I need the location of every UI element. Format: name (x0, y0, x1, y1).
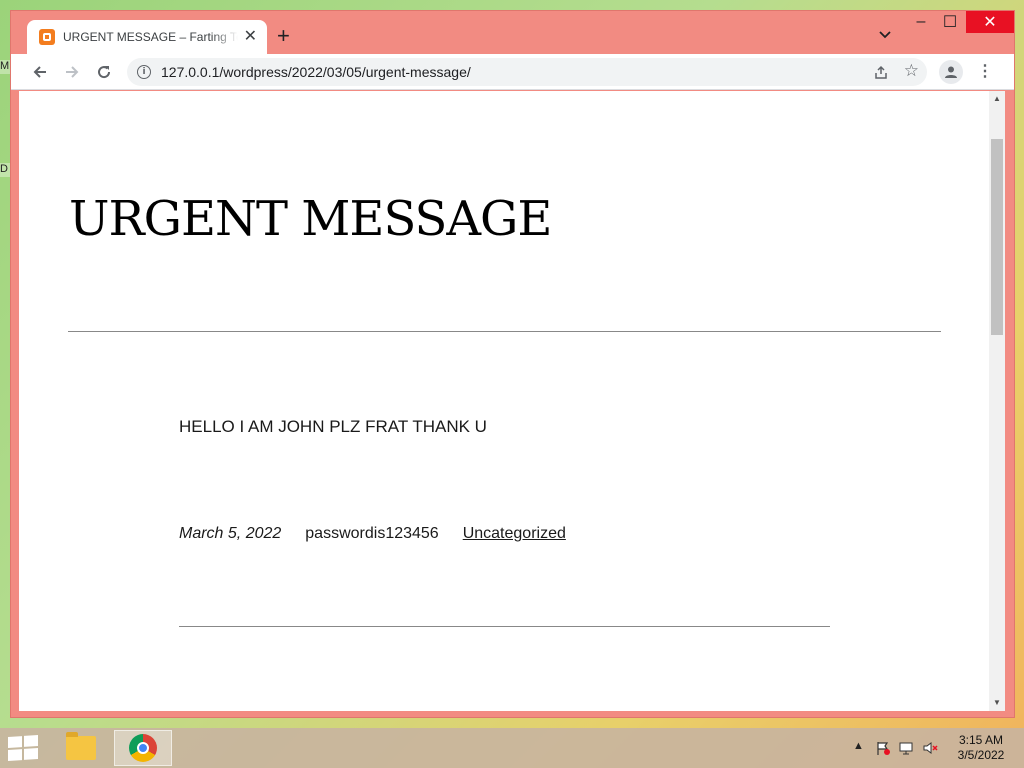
star-icon[interactable]: ☆ (904, 61, 919, 81)
address-bar[interactable]: i 127.0.0.1/wordpress/2022/03/05/urgent-… (127, 58, 927, 86)
chrome-taskbar-button[interactable] (114, 730, 172, 766)
tab-search-icon[interactable] (878, 27, 892, 41)
clock-date: 3/5/2022 (957, 748, 1005, 762)
post-date[interactable]: March 5, 2022 (179, 525, 281, 543)
network-icon[interactable] (898, 740, 914, 756)
back-arrow-icon (33, 66, 46, 78)
vertical-scrollbar[interactable]: ▲ ▼ (989, 91, 1005, 711)
taskbar: ▲ 3:15 AM 3/5/2022 (0, 728, 1024, 768)
new-tab-button[interactable]: + (277, 25, 290, 47)
flag-icon[interactable] (875, 740, 891, 756)
site-favicon-icon (39, 29, 55, 45)
header-divider (68, 331, 941, 332)
reload-icon (98, 66, 111, 79)
scrollbar-thumb[interactable] (991, 139, 1003, 335)
maximize-button[interactable]: ☐ (937, 11, 963, 33)
scroll-down-arrow-icon[interactable]: ▼ (989, 695, 1005, 711)
forward-arrow-icon (66, 66, 79, 78)
post-author[interactable]: passwordis123456 (305, 525, 438, 543)
minimize-button[interactable]: – (908, 11, 934, 33)
tab-strip: URGENT MESSAGE – Farting Tele ✕ + – ☐ ✕ (11, 11, 1014, 54)
clock-time: 3:15 AM (958, 733, 1004, 747)
scroll-up-arrow-icon[interactable]: ▲ (989, 91, 1005, 107)
info-icon[interactable]: i (137, 65, 151, 79)
browser-window: URGENT MESSAGE – Farting Tele ✕ + – ☐ ✕ … (10, 10, 1015, 718)
reload-button[interactable] (92, 60, 116, 84)
volume-muted-icon[interactable] (922, 740, 938, 756)
browser-tab[interactable]: URGENT MESSAGE – Farting Tele ✕ (27, 20, 267, 54)
forward-button[interactable] (60, 60, 84, 84)
post-category-link[interactable]: Uncategorized (463, 525, 566, 543)
chrome-icon (129, 734, 157, 762)
post-body: HELLO I AM JOHN PLZ FRAT THANK U (179, 417, 487, 436)
system-clock[interactable]: 3:15 AM 3/5/2022 (950, 733, 1012, 763)
windows-start-icon[interactable] (8, 734, 38, 762)
back-button[interactable] (28, 60, 52, 84)
share-icon[interactable] (873, 64, 889, 80)
menu-icon[interactable]: ⋮ (977, 62, 993, 82)
tab-title: URGENT MESSAGE – Farting Tele (63, 30, 238, 44)
page-viewport: URGENT MESSAGE HELLO I AM JOHN PLZ FRAT … (19, 91, 1005, 711)
post-meta: March 5, 2022 passwordis123456 Uncategor… (179, 525, 566, 543)
tray-chevron-icon[interactable]: ▲ (853, 740, 864, 752)
file-explorer-icon (66, 732, 96, 760)
url-text[interactable]: 127.0.0.1/wordpress/2022/03/05/urgent-me… (161, 64, 471, 80)
tab-close-icon[interactable]: ✕ (244, 29, 257, 45)
file-explorer-button[interactable] (52, 730, 110, 766)
close-window-button[interactable]: ✕ (966, 11, 1014, 33)
browser-toolbar: i 127.0.0.1/wordpress/2022/03/05/urgent-… (11, 54, 1014, 90)
profile-icon[interactable] (939, 60, 963, 84)
post-title: URGENT MESSAGE (69, 191, 552, 247)
content-divider (179, 626, 830, 627)
